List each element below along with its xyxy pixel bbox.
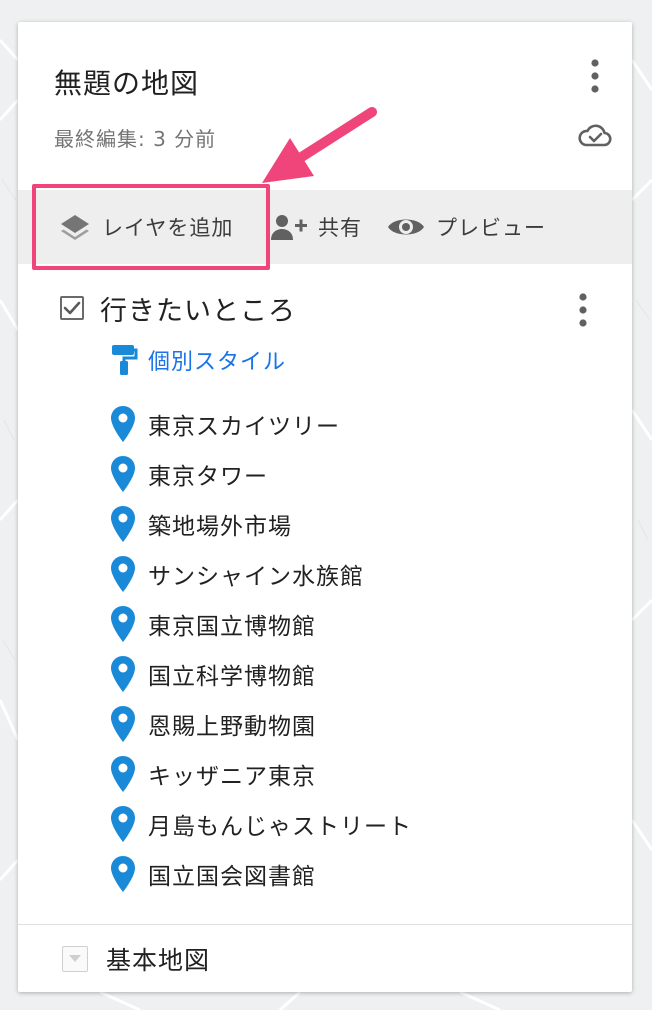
place-name: 東京国立博物館 bbox=[148, 614, 316, 640]
preview-label: プレビュー bbox=[436, 216, 546, 240]
check-icon bbox=[63, 301, 81, 315]
layer-header: 行きたいところ bbox=[60, 288, 296, 328]
place-name: 東京タワー bbox=[148, 464, 268, 490]
place-name: 恩賜上野動物園 bbox=[148, 714, 316, 740]
basemap-layer[interactable]: 基本地図 bbox=[62, 938, 210, 980]
divider bbox=[18, 924, 632, 925]
map-pin-icon bbox=[111, 856, 135, 892]
list-item[interactable]: 築地場外市場 bbox=[110, 499, 412, 549]
list-item[interactable]: キッザニア東京 bbox=[110, 749, 412, 799]
list-item[interactable]: 東京国立博物館 bbox=[110, 599, 412, 649]
more-vert-icon bbox=[579, 293, 587, 327]
map-pin-icon bbox=[111, 806, 135, 842]
place-name: 築地場外市場 bbox=[148, 514, 292, 540]
map-pin-icon bbox=[111, 506, 135, 542]
map-title[interactable]: 無題の地図 bbox=[54, 62, 199, 102]
map-pin-icon bbox=[111, 706, 135, 742]
preview-button[interactable]: プレビュー bbox=[386, 190, 546, 264]
layer-name[interactable]: 行きたいところ bbox=[100, 289, 296, 328]
eye-icon bbox=[388, 219, 424, 235]
place-name: キッザニア東京 bbox=[148, 764, 316, 790]
list-item[interactable]: サンシャイン水族館 bbox=[110, 549, 412, 599]
paint-roller-icon bbox=[112, 345, 138, 375]
map-pin-icon bbox=[111, 456, 135, 492]
list-item[interactable]: 国立科学博物館 bbox=[110, 649, 412, 699]
basemap-expand-toggle[interactable] bbox=[62, 946, 88, 972]
place-list: 東京スカイツリー 東京タワー 築地場外市場 サンシャイン水族館 東京国立博物館 … bbox=[110, 399, 412, 899]
list-item[interactable]: 月島もんじゃストリート bbox=[110, 799, 412, 849]
more-vert-icon bbox=[591, 59, 599, 93]
place-name: サンシャイン水族館 bbox=[148, 564, 364, 590]
place-name: 東京スカイツリー bbox=[148, 414, 340, 440]
map-options-button[interactable] bbox=[580, 54, 610, 98]
place-name: 月島もんじゃストリート bbox=[148, 814, 412, 840]
layer-visibility-checkbox[interactable] bbox=[60, 296, 84, 320]
add-layer-label: レイヤを追加 bbox=[102, 216, 234, 240]
place-name: 国立科学博物館 bbox=[148, 664, 316, 690]
map-pin-icon bbox=[111, 656, 135, 692]
list-item[interactable]: 国立国会図書館 bbox=[110, 849, 412, 899]
person-add-icon bbox=[271, 215, 307, 240]
map-pin-icon bbox=[111, 756, 135, 792]
individual-style-label: 個別スタイル bbox=[148, 350, 287, 375]
add-layer-button[interactable]: レイヤを追加 bbox=[58, 190, 233, 264]
last-edited-status: 最終編集: 3 分前 bbox=[54, 127, 217, 151]
place-name: 国立国会図書館 bbox=[148, 864, 316, 890]
share-label: 共有 bbox=[318, 216, 362, 240]
layers-icon bbox=[61, 215, 89, 240]
map-pin-icon bbox=[111, 406, 135, 442]
list-item[interactable]: 東京タワー bbox=[110, 449, 412, 499]
basemap-label: 基本地図 bbox=[106, 946, 211, 975]
layer-toolbar: レイヤを追加 共有 プレビュー bbox=[18, 190, 632, 264]
list-item[interactable]: 恩賜上野動物園 bbox=[110, 699, 412, 749]
share-button[interactable]: 共有 bbox=[270, 190, 362, 264]
cloud-done-icon bbox=[578, 124, 612, 147]
map-pin-icon bbox=[111, 606, 135, 642]
list-item[interactable]: 東京スカイツリー bbox=[110, 399, 412, 449]
map-pin-icon bbox=[111, 556, 135, 592]
map-editor-panel: 無題の地図 最終編集: 3 分前 レイヤを追加 共有 プレビュー 行きたいところ… bbox=[18, 22, 632, 992]
triangle-down-icon bbox=[69, 955, 81, 962]
layer-options-button[interactable] bbox=[568, 288, 598, 332]
individual-style-link[interactable]: 個別スタイル bbox=[110, 340, 286, 380]
